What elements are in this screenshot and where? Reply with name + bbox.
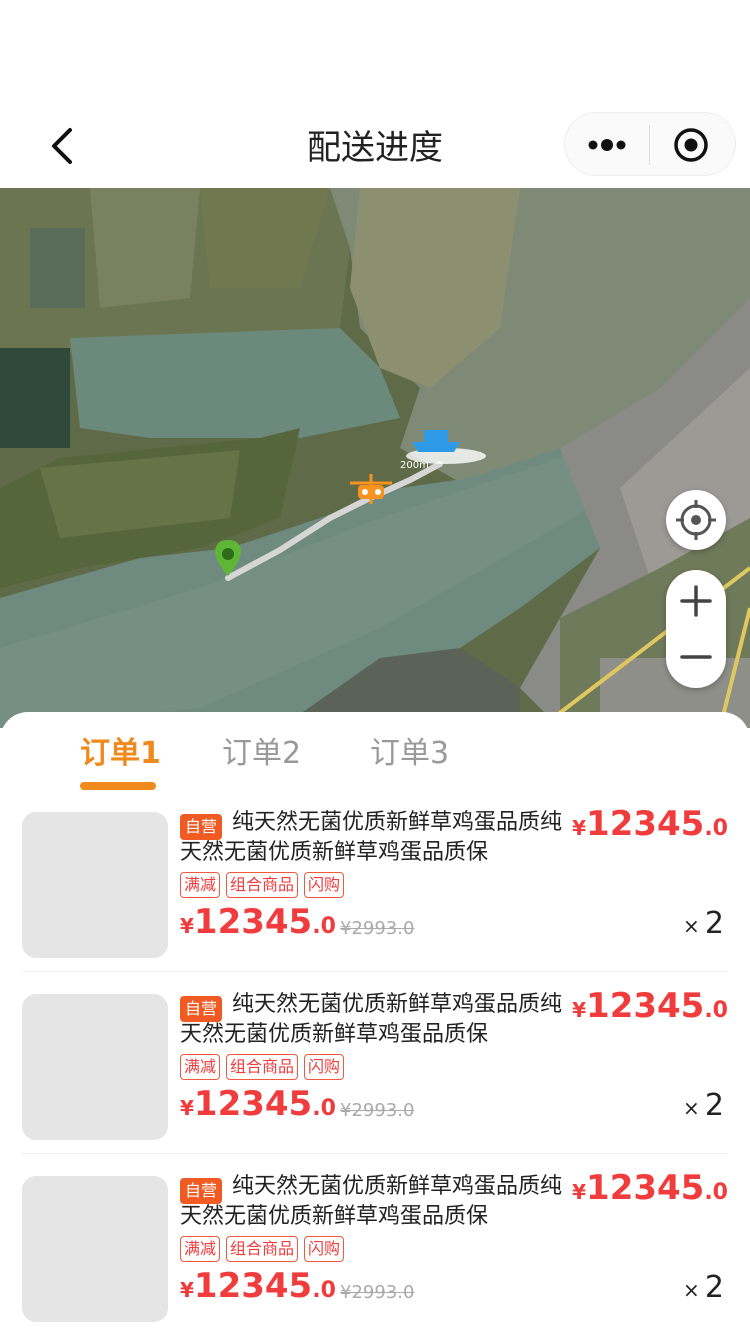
promo-tag: 满减 (180, 1054, 221, 1080)
locate-button[interactable] (666, 490, 726, 550)
product-image (22, 812, 168, 958)
order-panel: 订单1 订单2 订单3 纯天然无菌优质新鲜草鸡蛋品质纯天然无菌优质新鲜草鸡蛋品质… (0, 712, 750, 1334)
order-item[interactable]: 纯天然无菌优质新鲜草鸡蛋品质纯天然无菌优质新鲜草鸡蛋品质保 自营 ¥12345.… (22, 984, 728, 1154)
tab-order-2[interactable]: 订单2 (222, 734, 301, 774)
tab-order-1[interactable]: 订单1 (80, 734, 161, 774)
promo-tags: 满减 组合商品 闪购 (180, 872, 350, 898)
original-price: ¥2993.0 (340, 1100, 415, 1121)
target-circle-icon[interactable] (673, 127, 709, 163)
promo-tags: 满减 组合商品 闪购 (180, 1236, 350, 1262)
satellite-map (0, 188, 750, 728)
item-total-price: ¥12345.0 (572, 1168, 728, 1208)
promo-tag: 闪购 (304, 872, 345, 898)
product-image (22, 1176, 168, 1322)
promo-tag: 组合商品 (226, 1236, 299, 1262)
zoom-controls (666, 570, 726, 688)
product-title: 纯天然无菌优质新鲜草鸡蛋品质纯天然无菌优质新鲜草鸡蛋品质保 (180, 1174, 563, 1229)
quantity: × 2 (683, 1088, 724, 1123)
unit-price: ¥12345.0 (180, 1266, 336, 1306)
distance-label: 200m (400, 460, 429, 471)
promo-tag: 闪购 (304, 1054, 345, 1080)
unit-price: ¥12345.0 (180, 902, 336, 942)
promo-tag: 满减 (180, 872, 221, 898)
self-operated-badge: 自营 (180, 996, 223, 1022)
zoom-out-button[interactable] (666, 628, 726, 686)
delivery-map[interactable]: 200m (0, 188, 750, 728)
product-title: 纯天然无菌优质新鲜草鸡蛋品质纯天然无菌优质新鲜草鸡蛋品质保 (180, 810, 563, 865)
minus-icon (680, 655, 712, 659)
capsule-divider (649, 125, 650, 165)
item-total-price: ¥12345.0 (572, 986, 728, 1026)
original-price: ¥2993.0 (340, 918, 415, 939)
mini-program-capsule (564, 112, 736, 176)
unit-price: ¥12345.0 (180, 1084, 336, 1124)
product-title: 纯天然无菌优质新鲜草鸡蛋品质纯天然无菌优质新鲜草鸡蛋品质保 (180, 992, 563, 1047)
quantity: × 2 (683, 1270, 724, 1305)
tab-order-3[interactable]: 订单3 (370, 734, 449, 774)
self-operated-badge: 自营 (180, 1178, 223, 1204)
navigation-bar: 配送进度 (0, 112, 750, 188)
promo-tag: 组合商品 (226, 872, 299, 898)
zoom-in-button[interactable] (666, 572, 726, 630)
order-tabs: 订单1 订单2 订单3 (0, 712, 750, 798)
original-price: ¥2993.0 (340, 1282, 415, 1303)
quantity: × 2 (683, 906, 724, 941)
promo-tag: 组合商品 (226, 1054, 299, 1080)
promo-tag: 满减 (180, 1236, 221, 1262)
order-item[interactable]: 纯天然无菌优质新鲜草鸡蛋品质纯天然无菌优质新鲜草鸡蛋品质保 自营 ¥12345.… (22, 1166, 728, 1334)
crosshair-icon (676, 500, 716, 540)
self-operated-badge: 自营 (180, 814, 223, 840)
plus-icon (680, 585, 712, 617)
active-tab-indicator (80, 782, 156, 790)
promo-tag: 闪购 (304, 1236, 345, 1262)
promo-tags: 满减 组合商品 闪购 (180, 1054, 350, 1080)
product-image (22, 994, 168, 1140)
status-bar (0, 0, 750, 112)
item-total-price: ¥12345.0 (572, 804, 728, 844)
more-dots-icon[interactable] (587, 131, 627, 159)
order-item[interactable]: 纯天然无菌优质新鲜草鸡蛋品质纯天然无菌优质新鲜草鸡蛋品质保 自营 ¥12345.… (22, 802, 728, 972)
